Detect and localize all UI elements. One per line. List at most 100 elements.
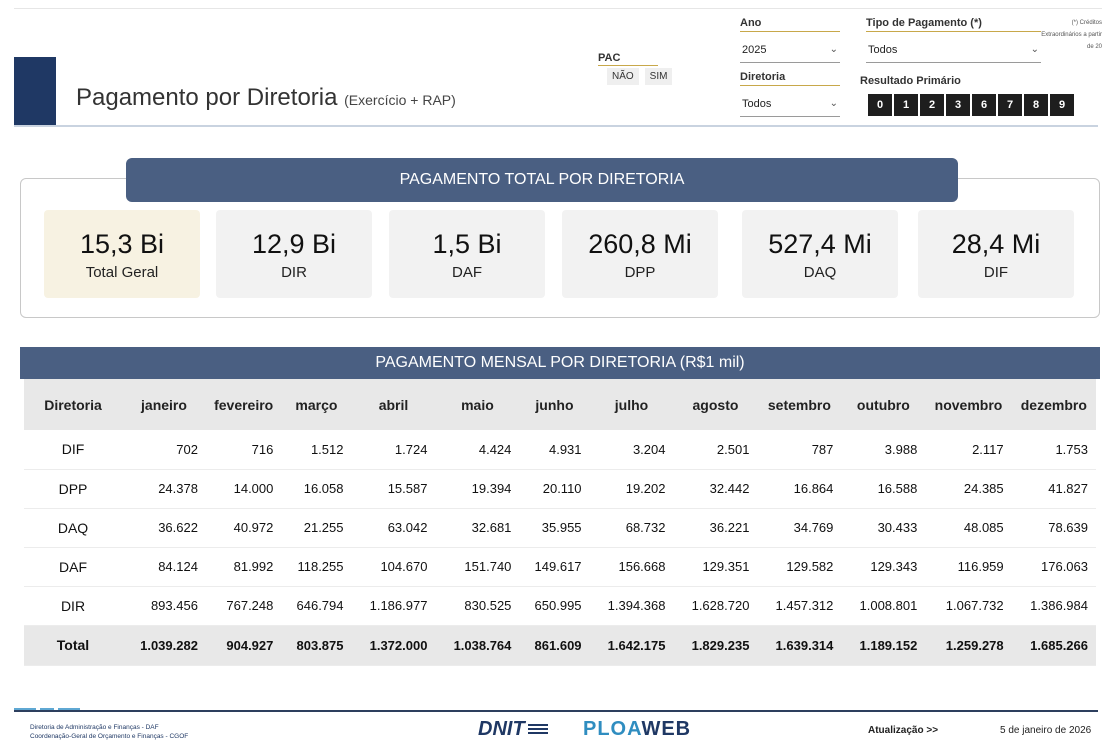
- table-cell: 68.732: [589, 508, 674, 548]
- diretoria-dropdown-value: Todos: [742, 97, 772, 110]
- table-cell: 16.058: [281, 469, 352, 509]
- column-header[interactable]: outubro: [841, 379, 926, 430]
- table-row[interactable]: DIF 702 716 1.512 1.724 4.424 4.931 3.204 2.501 7…: [24, 430, 1096, 470]
- table-cell: 32.681: [435, 508, 520, 548]
- column-header[interactable]: agosto: [673, 379, 758, 430]
- ploaweb-logo-b: WEB: [641, 718, 692, 740]
- table-cell: 41.827: [1011, 469, 1096, 509]
- column-header[interactable]: julho: [589, 379, 674, 430]
- table-cell: 36.221: [673, 508, 758, 548]
- rp-button-3[interactable]: 3: [946, 94, 970, 116]
- table-cell: 1.186.977: [351, 586, 436, 626]
- table-cell: 1.685.266: [1011, 625, 1096, 666]
- rp-button-7[interactable]: 7: [998, 94, 1022, 116]
- column-header[interactable]: Diretoria: [24, 379, 122, 430]
- top-divider: [14, 8, 1102, 9]
- column-header[interactable]: janeiro: [122, 379, 206, 430]
- pac-label: PAC: [598, 52, 621, 64]
- table-cell: 24.385: [925, 469, 1012, 509]
- kpi-value: 28,4 Mi: [951, 228, 1041, 259]
- ano-dropdown[interactable]: 2025 ⌄: [740, 37, 840, 63]
- rp-button-6[interactable]: 6: [972, 94, 996, 116]
- column-header[interactable]: abril: [351, 379, 436, 430]
- table-cell: 14.000: [205, 469, 282, 509]
- row-label: DAQ: [24, 508, 122, 548]
- rp-button-8[interactable]: 8: [1024, 94, 1048, 116]
- rp-button-1[interactable]: 1: [894, 94, 918, 116]
- table-cell: 16.864: [757, 469, 842, 509]
- table-cell: 40.972: [205, 508, 282, 548]
- table-row[interactable]: DAF 84.124 81.992 118.255 104.670 151.740 149.…: [24, 547, 1096, 587]
- table-cell: 129.343: [841, 547, 926, 587]
- table-cell: 129.582: [757, 547, 842, 587]
- table-cell: 15.587: [351, 469, 436, 509]
- table-cell: 30.433: [841, 508, 926, 548]
- table-cell: 24.378: [122, 469, 206, 509]
- table-cell: 4.424: [435, 430, 520, 470]
- table-cell: 1.642.175: [589, 625, 674, 666]
- table-cell: 156.668: [589, 547, 674, 587]
- row-label: Total: [24, 625, 122, 666]
- table-cell: 1.512: [281, 430, 352, 470]
- table-total-row[interactable]: Total 1.039.282 904.927 803.875 1.372.000 1.0…: [24, 625, 1096, 666]
- kpi-label: Total Geral: [85, 263, 159, 281]
- rp-button-2[interactable]: 2: [920, 94, 944, 116]
- table-cell: 1.753: [1011, 430, 1096, 470]
- table-cell: 176.063: [1011, 547, 1096, 587]
- chevron-down-icon: ⌄: [829, 98, 838, 109]
- table-cell: 81.992: [205, 547, 282, 587]
- monthly-payment-table: Diretoria janeiro fevereiro março abril …: [24, 379, 1096, 666]
- ploaweb-logo: PLOAWEB: [583, 718, 691, 741]
- kpi-value: 1,5 Bi: [432, 228, 502, 259]
- ploaweb-logo-a: PLOA: [583, 718, 642, 740]
- table-cell: 35.955: [519, 508, 590, 548]
- table-row[interactable]: DIR 893.456 767.248 646.794 1.186.977 830.525…: [24, 586, 1096, 626]
- monthly-section-title: PAGAMENTO MENSAL POR DIRETORIA (R$1 mil): [20, 347, 1100, 379]
- title-underline: [14, 125, 1098, 127]
- table-cell: 48.085: [925, 508, 1012, 548]
- footer-org-line-1: Diretoria de Administração e Finanças - …: [30, 724, 159, 731]
- update-date: 5 de janeiro de 2026: [1000, 725, 1092, 736]
- pac-sim-button[interactable]: SIM: [644, 68, 673, 85]
- total-section-title: PAGAMENTO TOTAL POR DIRETORIA: [126, 158, 958, 202]
- kpi-card-dir: 12,9 Bi DIR: [216, 210, 372, 298]
- column-header[interactable]: dezembro: [1011, 379, 1096, 430]
- table-cell: 1.829.235: [673, 625, 758, 666]
- column-header[interactable]: maio: [435, 379, 520, 430]
- ano-label-underline: [740, 31, 840, 32]
- table-cell: 767.248: [205, 586, 282, 626]
- table-cell: 1.038.764: [435, 625, 520, 666]
- row-label: DAF: [24, 547, 122, 587]
- table-cell: 19.202: [589, 469, 674, 509]
- column-header[interactable]: março: [281, 379, 352, 430]
- rp-button-9[interactable]: 9: [1050, 94, 1074, 116]
- table-cell: 1.639.314: [757, 625, 842, 666]
- credits-footnote: (*) Créditos Extraordinários a partir de…: [1041, 20, 1102, 50]
- kpi-label: DAQ: [803, 263, 837, 281]
- table-row[interactable]: DPP 24.378 14.000 16.058 15.587 19.394 20.110 1…: [24, 469, 1096, 509]
- table-row[interactable]: DAQ 36.622 40.972 21.255 63.042 32.681 35.955 6…: [24, 508, 1096, 548]
- table-cell: 1.724: [351, 430, 436, 470]
- kpi-label: DIR: [281, 263, 307, 281]
- column-header[interactable]: setembro: [757, 379, 842, 430]
- rp-button-0[interactable]: 0: [868, 94, 892, 116]
- table-cell: 3.988: [841, 430, 926, 470]
- column-header[interactable]: junho: [519, 379, 590, 430]
- kpi-value: 12,9 Bi: [251, 228, 337, 259]
- footer-org-line-2: Coordenação-Geral de Orçamento e Finança…: [30, 733, 189, 740]
- kpi-value: 260,8 Mi: [588, 228, 692, 259]
- tipo-pagamento-dropdown[interactable]: Todos ⌄: [866, 37, 1041, 63]
- brand-block: [14, 57, 56, 125]
- pac-nao-button[interactable]: NÃO: [607, 68, 639, 85]
- table-cell: 63.042: [351, 508, 436, 548]
- column-header[interactable]: novembro: [925, 379, 1012, 430]
- footer-divider: [14, 710, 1098, 712]
- table-cell: 19.394: [435, 469, 520, 509]
- table-cell: 830.525: [435, 586, 520, 626]
- diretoria-dropdown[interactable]: Todos ⌄: [740, 91, 840, 117]
- pac-label-underline: [598, 65, 658, 66]
- page-title: Pagamento por Diretoria (Exercício + RAP…: [76, 84, 456, 112]
- column-header[interactable]: fevereiro: [205, 379, 282, 430]
- table-cell: 861.609: [519, 625, 590, 666]
- table-cell: 1.372.000: [351, 625, 436, 666]
